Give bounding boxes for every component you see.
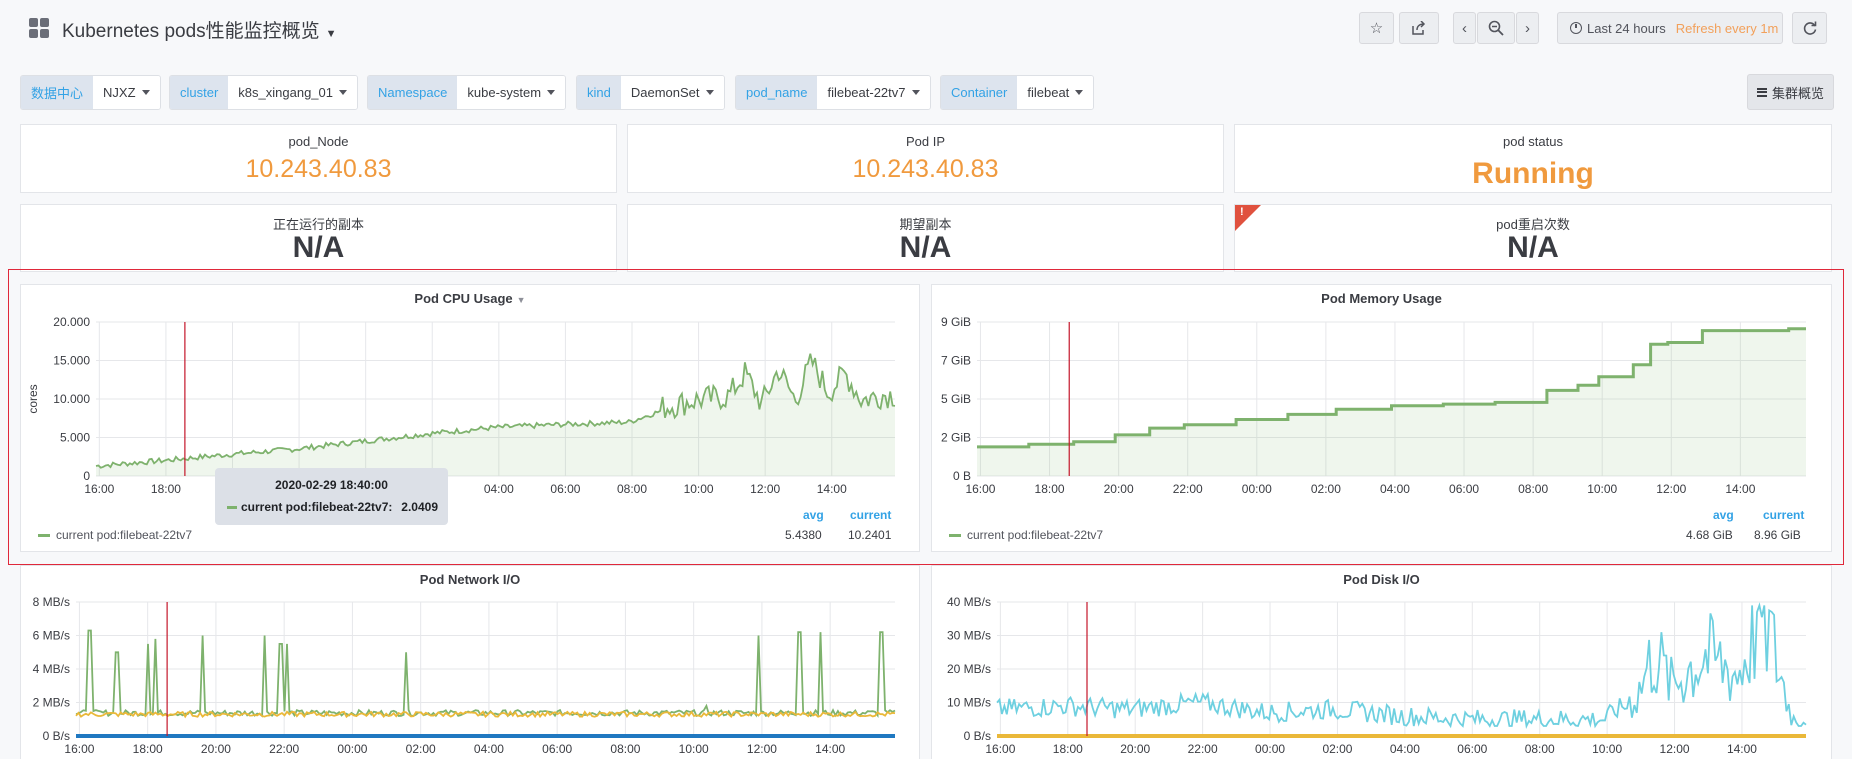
tooltip-series-label: current pod:filebeat-22tv7: — [241, 500, 393, 514]
x-tick-label: 06:00 — [1449, 482, 1479, 496]
x-tick-label: 06:00 — [542, 742, 572, 756]
legend-header-current[interactable]: current — [1763, 508, 1804, 522]
x-tick-label: 16:00 — [64, 742, 94, 756]
x-tick-label: 08:00 — [1525, 742, 1555, 756]
x-tick-label: 08:00 — [617, 482, 647, 496]
y-tick-label: 0 B — [953, 469, 971, 483]
x-tick-label: 08:00 — [1518, 482, 1548, 496]
y-tick-label: 8 MB/s — [33, 595, 70, 609]
y-tick-label: 10 MB/s — [947, 696, 991, 710]
y-tick-label: 9 GiB — [941, 315, 971, 329]
y-tick-label: 7 GiB — [941, 354, 971, 368]
legend-avg-value: 4.68 GiB — [1686, 528, 1733, 542]
y-tick-label: 20 MB/s — [947, 662, 991, 676]
y-tick-label: 6 MB/s — [33, 629, 70, 643]
x-tick-label: 04:00 — [484, 482, 514, 496]
x-tick-label: 08:00 — [610, 742, 640, 756]
x-tick-label: 06:00 — [1457, 742, 1487, 756]
series-area — [977, 328, 1806, 476]
legend-label: current pod:filebeat-22tv7 — [56, 528, 193, 542]
y-tick-label: 20.000 — [53, 315, 90, 329]
x-tick-label: 10:00 — [1592, 742, 1622, 756]
x-tick-label: 12:00 — [750, 482, 780, 496]
legend-label: current pod:filebeat-22tv7 — [967, 528, 1104, 542]
y-tick-label: 2 GiB — [941, 431, 971, 445]
legend-current-value: 8.96 GiB — [1754, 528, 1801, 542]
graph-tooltip: 2020-02-29 18:40:00 current pod:filebeat… — [215, 468, 448, 525]
legend-header-avg[interactable]: avg — [1713, 508, 1734, 522]
legend-swatch — [949, 533, 961, 537]
x-tick-label: 22:00 — [1188, 742, 1218, 756]
legend-item[interactable]: current pod:filebeat-22tv7 — [38, 528, 192, 542]
x-tick-label: 06:00 — [550, 482, 580, 496]
charts-layer: 0 5.000 10.000 15.000 20.000 16:00 18:00 20:00 2… — [26, 315, 1807, 756]
y-tick-label: 4 MB/s — [33, 662, 70, 676]
x-tick-label: 04:00 — [1390, 742, 1420, 756]
tooltip-time: 2020-02-29 18:40:00 — [275, 478, 388, 492]
x-tick-label: 12:00 — [1656, 482, 1686, 496]
x-tick-label: 14:00 — [1725, 482, 1755, 496]
y-tick-label: 5 GiB — [941, 392, 971, 406]
x-tick-label: 00:00 — [1242, 482, 1272, 496]
y-tick-label: 0 B/s — [43, 729, 70, 743]
x-tick-label: 14:00 — [817, 482, 847, 496]
legend-item[interactable]: current pod:filebeat-22tv7 — [949, 528, 1103, 542]
legend-header-avg[interactable]: avg — [803, 508, 824, 522]
series-area — [96, 353, 895, 476]
tooltip-series: current pod:filebeat-22tv7: — [227, 500, 392, 514]
y-tick-label: 40 MB/s — [947, 595, 991, 609]
series-line — [75, 629, 896, 718]
x-tick-label: 14:00 — [1727, 742, 1757, 756]
x-tick-label: 18:00 — [1035, 482, 1065, 496]
x-tick-label: 20:00 — [201, 742, 231, 756]
x-tick-label: 12:00 — [1660, 742, 1690, 756]
legend-swatch — [38, 533, 50, 537]
x-tick-label: 18:00 — [133, 742, 163, 756]
y-tick-label: 15.000 — [53, 354, 90, 368]
x-tick-label: 20:00 — [1120, 742, 1150, 756]
x-tick-label: 00:00 — [1255, 742, 1285, 756]
x-tick-label: 12:00 — [747, 742, 777, 756]
y-tick-label: 2 MB/s — [33, 696, 70, 710]
tooltip-value: 2.0409 — [401, 500, 438, 514]
y-axis-label: cores — [26, 384, 40, 413]
x-tick-label: 10:00 — [679, 742, 709, 756]
x-tick-label: 18:00 — [151, 482, 181, 496]
legend-current-value: 10.2401 — [848, 528, 892, 542]
y-tick-label: 0 B/s — [964, 729, 991, 743]
y-tick-label: 10.000 — [53, 392, 90, 406]
x-tick-label: 10:00 — [684, 482, 714, 496]
x-tick-label: 18:00 — [1053, 742, 1083, 756]
x-tick-label: 02:00 — [1322, 742, 1352, 756]
x-tick-label: 02:00 — [406, 742, 436, 756]
x-tick-label: 16:00 — [965, 482, 995, 496]
legend-header-current[interactable]: current — [850, 508, 891, 522]
x-tick-label: 22:00 — [269, 742, 299, 756]
x-tick-label: 10:00 — [1587, 482, 1617, 496]
series-line — [996, 602, 1807, 729]
x-tick-label: 16:00 — [84, 482, 114, 496]
x-tick-label: 00:00 — [337, 742, 367, 756]
x-tick-label: 14:00 — [815, 742, 845, 756]
legend-avg-value: 5.4380 — [785, 528, 822, 542]
y-tick-label: 0 — [83, 469, 90, 483]
x-tick-label: 22:00 — [1173, 482, 1203, 496]
y-tick-label: 5.000 — [60, 431, 90, 445]
x-tick-label: 04:00 — [474, 742, 504, 756]
y-tick-label: 30 MB/s — [947, 629, 991, 643]
legend-swatch — [227, 505, 237, 509]
x-tick-label: 20:00 — [1104, 482, 1134, 496]
x-tick-label: 02:00 — [1311, 482, 1341, 496]
x-tick-label: 04:00 — [1380, 482, 1410, 496]
x-tick-label: 16:00 — [985, 742, 1015, 756]
